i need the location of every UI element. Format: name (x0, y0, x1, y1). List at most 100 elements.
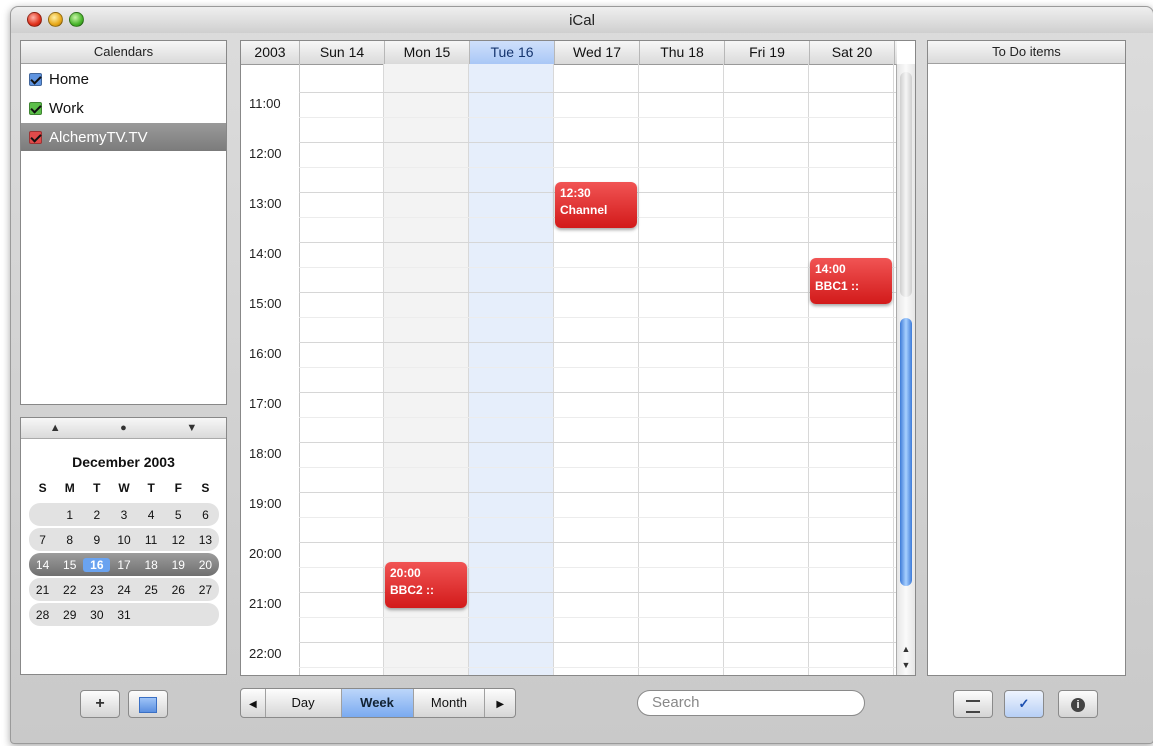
date-cell-today[interactable]: 16 (83, 557, 111, 572)
date-cell[interactable]: 1 (56, 508, 83, 522)
date-cell[interactable]: 11 (138, 533, 165, 547)
date-cell[interactable]: 4 (138, 508, 165, 522)
date-cell[interactable]: 5 (165, 508, 192, 522)
date-cell[interactable]: 18 (138, 558, 165, 572)
current-month-button[interactable]: ● (89, 418, 157, 438)
day-header[interactable]: Wed 17 (555, 41, 640, 64)
month-view-button[interactable]: Month (414, 689, 486, 717)
day-header[interactable]: Sun 14 (300, 41, 385, 64)
calendar-item-alchemytv[interactable]: AlchemyTV.TV (21, 123, 226, 151)
half-hour-line (299, 267, 897, 268)
day-view-button[interactable]: Day (266, 689, 342, 717)
info-button[interactable]: i (1058, 690, 1098, 718)
checkbox-icon[interactable] (29, 72, 42, 86)
info-icon: i (1071, 698, 1085, 712)
date-cell[interactable]: 29 (56, 608, 83, 622)
show-mini-month-button[interactable] (128, 690, 168, 718)
scroll-track-upper[interactable] (900, 72, 912, 297)
arrow-right-icon: ▶ (496, 699, 505, 710)
date-cell[interactable]: 22 (56, 583, 83, 597)
week-row[interactable]: 21 22 23 24 25 26 27 (29, 578, 219, 601)
vertical-scrollbar[interactable]: ▲ ▼ (896, 64, 915, 675)
date-cell[interactable]: 21 (29, 583, 56, 597)
window-title: iCal (569, 12, 595, 29)
weekday-row: S M T W T F S (29, 474, 219, 501)
day-header[interactable]: Sat 20 (810, 41, 895, 64)
day-header-today[interactable]: Tue 16 (470, 41, 555, 64)
date-cell[interactable]: 3 (110, 508, 137, 522)
event-bbc2[interactable]: 20:00 BBC2 :: (385, 562, 467, 608)
date-cell[interactable]: 6 (192, 508, 219, 522)
week-view-button[interactable]: Week (341, 689, 414, 717)
date-cell[interactable]: 8 (56, 533, 83, 547)
day-header[interactable]: Mon 15 (385, 41, 470, 64)
mini-month-nav: ▲ ● ▼ (21, 418, 226, 439)
next-week-button[interactable]: ▶ (485, 689, 515, 717)
date-cell[interactable]: 13 (192, 533, 219, 547)
week-row[interactable]: 28 29 30 31 (29, 603, 219, 626)
time-label: 12:00 (249, 146, 282, 161)
event-bbc1[interactable]: 14:00 BBC1 :: (810, 258, 892, 304)
date-cell[interactable]: 7 (29, 533, 56, 547)
search-field[interactable]: Search (637, 690, 865, 716)
date-cell[interactable]: 31 (110, 608, 137, 622)
date-cell[interactable]: 17 (110, 558, 137, 572)
list-icon (966, 700, 980, 713)
date-cell[interactable]: 10 (110, 533, 137, 547)
todo-list-button[interactable] (953, 690, 993, 718)
day-column[interactable] (724, 64, 809, 675)
week-row[interactable]: 7 8 9 10 11 12 13 (29, 528, 219, 551)
calendars-header: Calendars (21, 41, 226, 64)
date-cell[interactable]: 14 (29, 558, 56, 572)
date-cell[interactable]: 27 (192, 583, 219, 597)
checkbox-icon[interactable] (29, 101, 42, 115)
calendar-label: Home (49, 70, 90, 88)
day-column[interactable] (554, 64, 639, 675)
scroll-thumb[interactable] (900, 318, 912, 586)
event-channel[interactable]: 12:30 Channel (555, 182, 637, 228)
date-cell[interactable]: 25 (138, 583, 165, 597)
hour-line (299, 642, 897, 643)
week-row-current[interactable]: 14 15 16 17 18 19 20 (29, 553, 219, 576)
calendar-label: AlchemyTV.TV (49, 128, 148, 146)
date-cell[interactable]: 24 (110, 583, 137, 597)
time-label: 15:00 (249, 296, 282, 311)
add-calendar-button[interactable]: + (80, 690, 120, 718)
date-cell[interactable]: 15 (56, 558, 83, 572)
week-grid[interactable]: 11:00 12:00 13:00 14:00 15:00 16:00 17:0… (241, 64, 897, 675)
day-column-today[interactable] (469, 64, 554, 675)
scroll-down-arrow-icon[interactable]: ▼ (897, 657, 915, 673)
date-cell[interactable]: 30 (83, 608, 110, 622)
day-header[interactable]: Fri 19 (725, 41, 810, 64)
event-time: 14:00 (815, 262, 846, 276)
title-bar[interactable]: iCal (11, 7, 1153, 33)
event-title: BBC1 :: (815, 279, 859, 293)
notifications-button[interactable]: ✓ (1004, 690, 1044, 718)
calendar-item-home[interactable]: Home (21, 65, 226, 93)
calendar-item-work[interactable]: Work (21, 94, 226, 122)
next-month-button[interactable]: ▼ (158, 418, 226, 438)
hour-line (299, 442, 897, 443)
date-cell[interactable]: 26 (165, 583, 192, 597)
hour-line (299, 492, 897, 493)
date-cell[interactable]: 23 (83, 583, 110, 597)
date-cell[interactable]: 9 (83, 533, 110, 547)
scroll-up-arrow-icon[interactable]: ▲ (897, 641, 915, 657)
week-header: 2003 Sun 14 Mon 15 Tue 16 Wed 17 Thu 18 … (241, 41, 897, 65)
date-cell[interactable]: 2 (83, 508, 110, 522)
previous-month-button[interactable]: ▲ (21, 418, 89, 438)
weekday-label: S (38, 480, 47, 495)
previous-week-button[interactable]: ◀ (241, 689, 266, 717)
date-cell[interactable]: 28 (29, 608, 56, 622)
date-cell[interactable]: 20 (192, 558, 219, 572)
date-cell[interactable]: 12 (165, 533, 192, 547)
day-column[interactable] (639, 64, 724, 675)
date-cell[interactable]: 19 (165, 558, 192, 572)
week-row[interactable]: 1 2 3 4 5 6 (29, 503, 219, 526)
day-header[interactable]: Thu 18 (640, 41, 725, 64)
view-switcher: ◀ Day Week Month ▶ (240, 688, 516, 718)
day-column[interactable] (299, 64, 384, 675)
checkbox-icon[interactable] (29, 130, 42, 144)
plus-icon: + (95, 695, 105, 712)
day-column[interactable] (809, 64, 894, 675)
